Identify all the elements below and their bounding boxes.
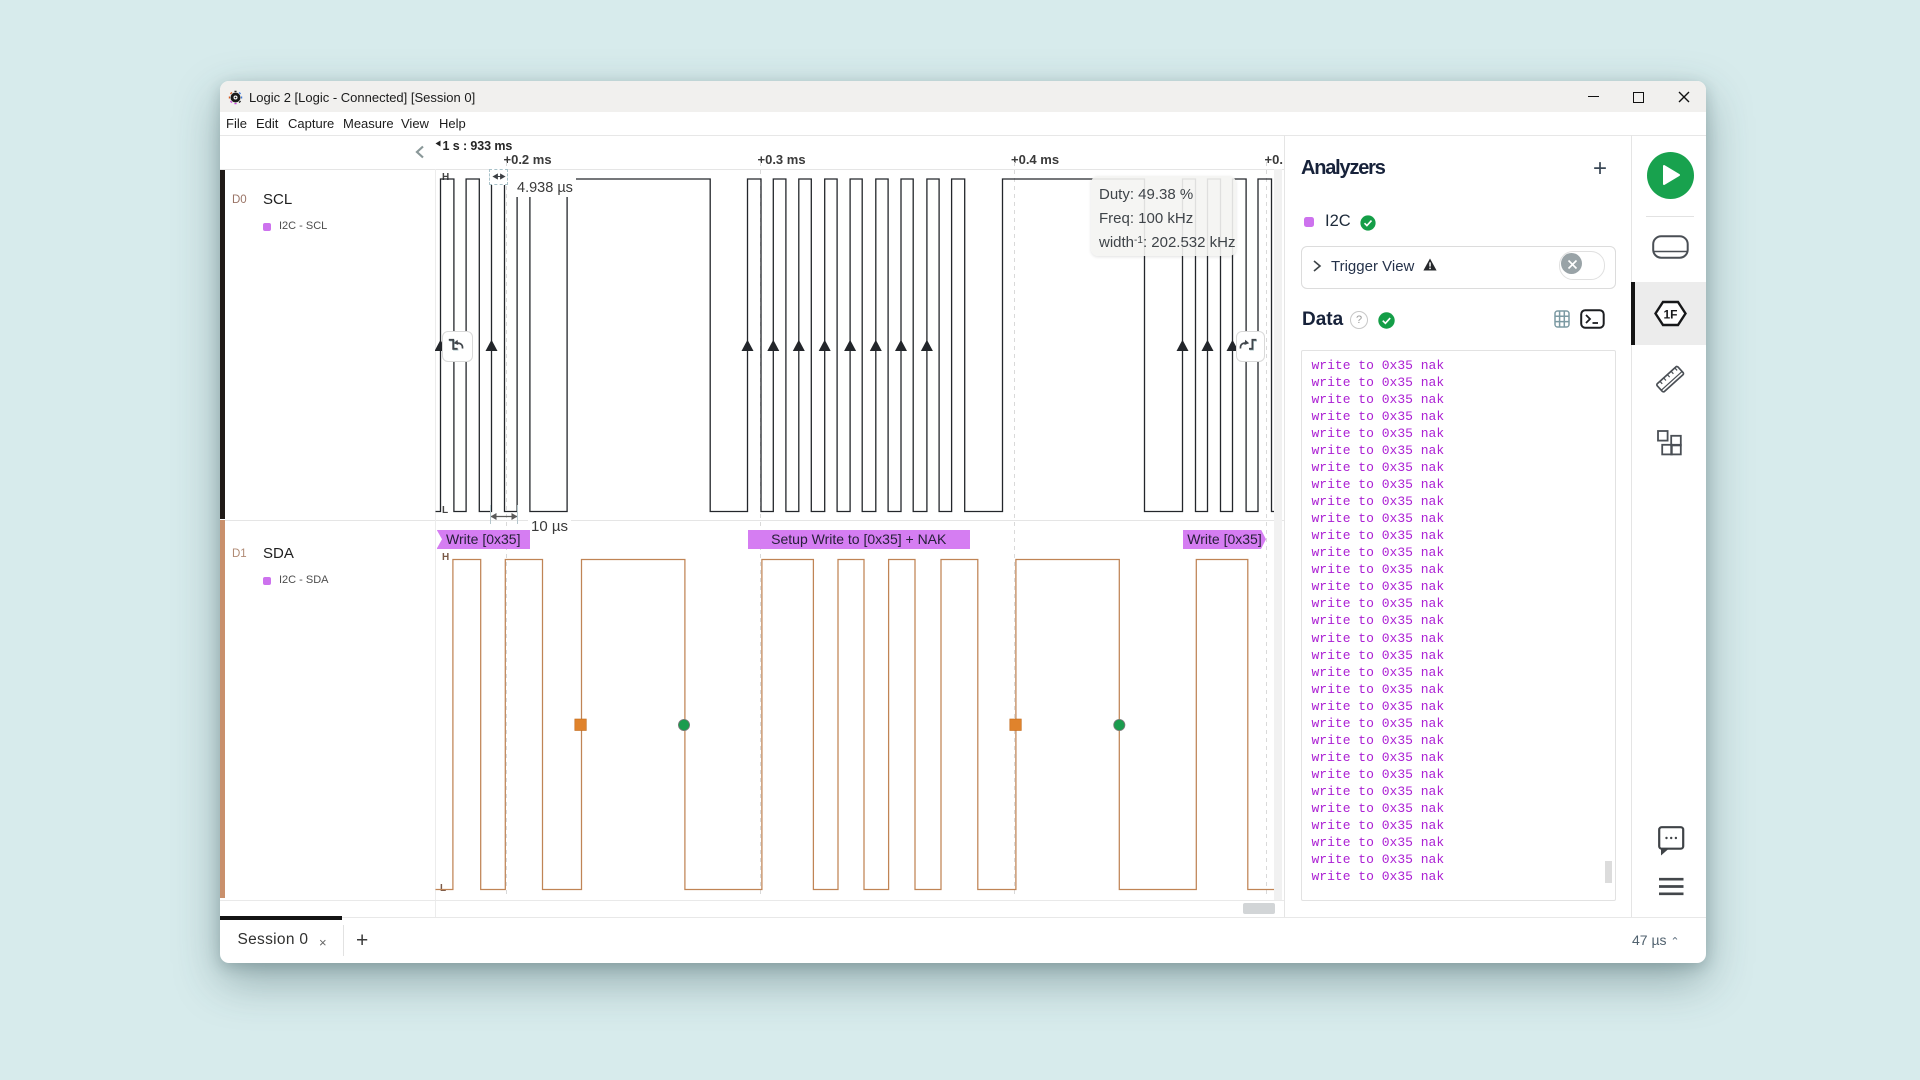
svg-text:1F: 1F — [1663, 308, 1677, 322]
